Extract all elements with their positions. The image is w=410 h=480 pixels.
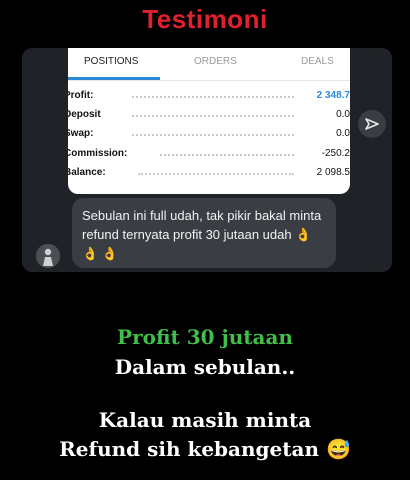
caption-line-3: Kalau masih minta (98, 408, 312, 432)
row-balance: Balance: 2 098.5 (68, 167, 350, 183)
chat-message-bubble: Sebulan ini full udah, tak pikir bakal m… (72, 198, 336, 268)
page-title: Testimoni (142, 4, 268, 34)
row-value: 2 098.5 (316, 167, 350, 178)
tab-bar: POSITIONS ORDERS DEALS (68, 48, 350, 81)
tab-orders[interactable]: ORDERS (194, 48, 237, 80)
row-value: -250.2 (321, 148, 350, 159)
sweat-smile-emoji: 😅 (325, 437, 351, 461)
dotted-leader (132, 115, 294, 117)
row-value: 0.0 (336, 109, 350, 120)
caption-line-1: Profit 30 jutaan (117, 325, 293, 349)
row-value: 0.0 (336, 128, 350, 139)
avatar[interactable] (36, 244, 60, 268)
row-deposit: Deposit 0.0 (68, 109, 350, 125)
row-label: Commission: (68, 148, 128, 159)
row-swap: Swap: 0.0 (68, 128, 350, 144)
active-tab-indicator (68, 77, 160, 80)
tab-deals[interactable]: DEALS (301, 48, 334, 80)
caption-line-4: Refund sih kebangetan 😅 (0, 437, 410, 461)
row-label: Balance: (68, 167, 106, 178)
caption-line-4-text: Refund sih kebangetan (59, 437, 319, 461)
dotted-leader (132, 96, 294, 98)
caption-line-2: Dalam sebulan.. (114, 355, 296, 379)
dotted-leader (160, 154, 294, 156)
tab-positions[interactable]: POSITIONS (84, 48, 138, 80)
send-arrow-icon (365, 118, 379, 130)
share-button[interactable] (358, 110, 386, 138)
person-icon (36, 244, 60, 268)
trading-screenshot-card: POSITIONS ORDERS DEALS Profit: 2 348.7 D… (68, 48, 350, 194)
message-text: Sebulan ini full udah, tak pikir bakal m… (82, 208, 322, 242)
row-label: Deposit (68, 109, 101, 120)
row-commission: Commission: -250.2 (68, 148, 350, 164)
dotted-leader (132, 134, 294, 136)
row-profit: Profit: 2 348.7 (68, 90, 350, 106)
row-value: 2 348.7 (316, 90, 350, 101)
row-label: Profit: (68, 90, 94, 101)
row-label: Swap: (68, 128, 94, 139)
dotted-leader (138, 173, 294, 175)
